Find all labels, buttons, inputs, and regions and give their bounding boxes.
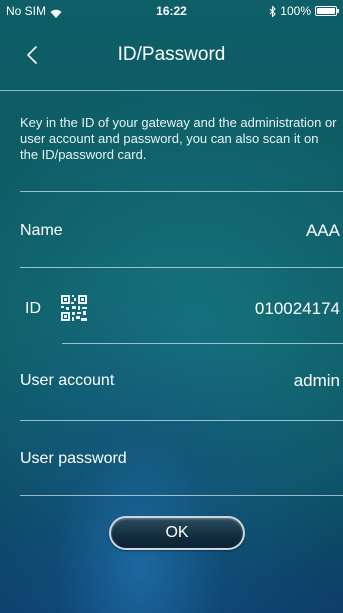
id-value: 010024174	[254, 299, 340, 318]
divider	[20, 191, 343, 192]
qr-code-icon[interactable]	[60, 294, 88, 322]
divider	[20, 267, 343, 268]
screen: No SIM 16:22 100% ID/Password Key in the…	[0, 0, 343, 613]
bluetooth-icon	[269, 4, 277, 18]
name-row[interactable]: Name AAA	[0, 212, 343, 252]
battery-percent: 100%	[280, 4, 311, 18]
intro-text: Key in the ID of your gateway and the ad…	[20, 115, 337, 162]
divider	[62, 343, 343, 344]
user-account-row[interactable]: User account admin	[0, 362, 343, 402]
battery-icon	[315, 6, 339, 16]
id-label: ID	[25, 300, 41, 317]
divider	[20, 495, 343, 496]
divider	[20, 420, 343, 421]
page-title: ID/Password	[117, 44, 226, 65]
ok-button[interactable]: OK	[109, 516, 245, 550]
status-right: 100%	[269, 4, 339, 18]
id-row[interactable]: ID 010024174	[0, 290, 343, 330]
user-account-label: User account	[20, 372, 115, 389]
nav-bar: ID/Password	[0, 20, 343, 90]
name-label: Name	[20, 222, 63, 239]
user-password-row[interactable]: User password	[0, 440, 343, 480]
nav-divider	[0, 90, 343, 91]
name-value: AAA	[305, 221, 340, 240]
user-password-label: User password	[20, 450, 127, 467]
user-account-value: admin	[293, 371, 340, 390]
status-bar: No SIM 16:22 100%	[0, 0, 343, 20]
